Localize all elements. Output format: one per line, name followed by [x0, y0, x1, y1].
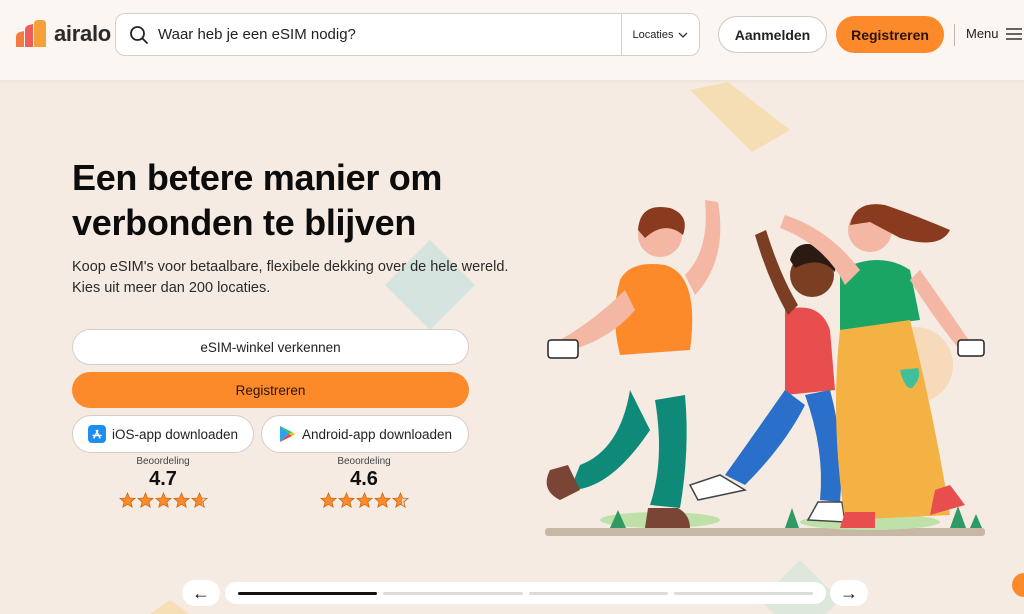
star-icon — [154, 492, 172, 509]
rating-value: 4.7 — [149, 468, 177, 490]
star-icon — [337, 492, 355, 509]
register-button-header[interactable]: Registreren — [836, 16, 944, 53]
carousel-next-button[interactable]: → — [830, 580, 868, 606]
ios-app-download-button[interactable]: iOS-app downloaden — [72, 415, 254, 453]
menu-label: Menu — [966, 26, 999, 41]
login-button[interactable]: Aanmelden — [718, 16, 827, 53]
star-icon — [190, 492, 208, 509]
ios-rating: Beoordeling 4.7 — [113, 456, 213, 509]
app-store-icon — [87, 425, 106, 443]
carousel-prev-button[interactable]: ← — [182, 580, 220, 606]
menu-button[interactable]: Menu — [966, 26, 1022, 41]
carousel-progress — [225, 582, 826, 604]
search-bar[interactable]: Waar heb je een eSIM nodig? Locaties — [115, 13, 700, 56]
rating-label: Beoordeling — [136, 456, 190, 467]
star-icon — [373, 492, 391, 509]
star-icon — [355, 492, 373, 509]
chevron-down-icon — [679, 32, 688, 38]
carousel-segment[interactable] — [673, 591, 813, 595]
rating-value: 4.6 — [350, 468, 378, 490]
hero-title: Een betere manier om verbonden te blijve… — [72, 157, 443, 243]
decorative-shape — [1012, 573, 1024, 597]
hero-subtitle: Koop eSIM's voor betaalbare, flexibele d… — [72, 259, 509, 296]
star-rating — [113, 492, 213, 509]
android-app-label: Android-app downloaden — [301, 426, 453, 442]
decorative-shape — [150, 600, 190, 614]
star-icon — [172, 492, 190, 509]
rating-label: Beoordeling — [337, 456, 391, 467]
hero-illustration — [545, 200, 985, 536]
search-input[interactable]: Waar heb je een eSIM nodig? — [158, 26, 621, 43]
airalo-logo-icon — [16, 20, 46, 47]
star-icon — [118, 492, 136, 509]
header-divider — [954, 24, 955, 46]
ios-app-label: iOS-app downloaden — [111, 426, 239, 442]
carousel-segment[interactable] — [238, 591, 378, 595]
star-icon — [391, 492, 409, 509]
android-app-download-button[interactable]: Android-app downloaden — [261, 415, 469, 453]
carousel-segment[interactable] — [383, 591, 523, 595]
star-icon — [319, 492, 337, 509]
brand-name: airalo — [54, 21, 111, 46]
explore-store-button[interactable]: eSIM-winkel verkennen — [72, 329, 469, 365]
locations-dropdown[interactable]: Locaties — [622, 29, 699, 41]
airalo-logo[interactable]: airalo — [14, 19, 111, 49]
top-navigation-bar: airalo Waar heb je een eSIM nodig? Locat… — [0, 0, 1024, 80]
register-button[interactable]: Registreren — [72, 372, 469, 408]
star-icon — [136, 492, 154, 509]
google-play-icon — [279, 426, 295, 442]
carousel-segment[interactable] — [528, 591, 668, 595]
star-rating — [314, 492, 414, 509]
hamburger-icon — [1005, 27, 1022, 40]
locations-label: Locaties — [632, 28, 674, 41]
android-rating: Beoordeling 4.6 — [314, 456, 414, 509]
decorative-shape — [690, 82, 790, 152]
search-icon — [130, 25, 148, 44]
